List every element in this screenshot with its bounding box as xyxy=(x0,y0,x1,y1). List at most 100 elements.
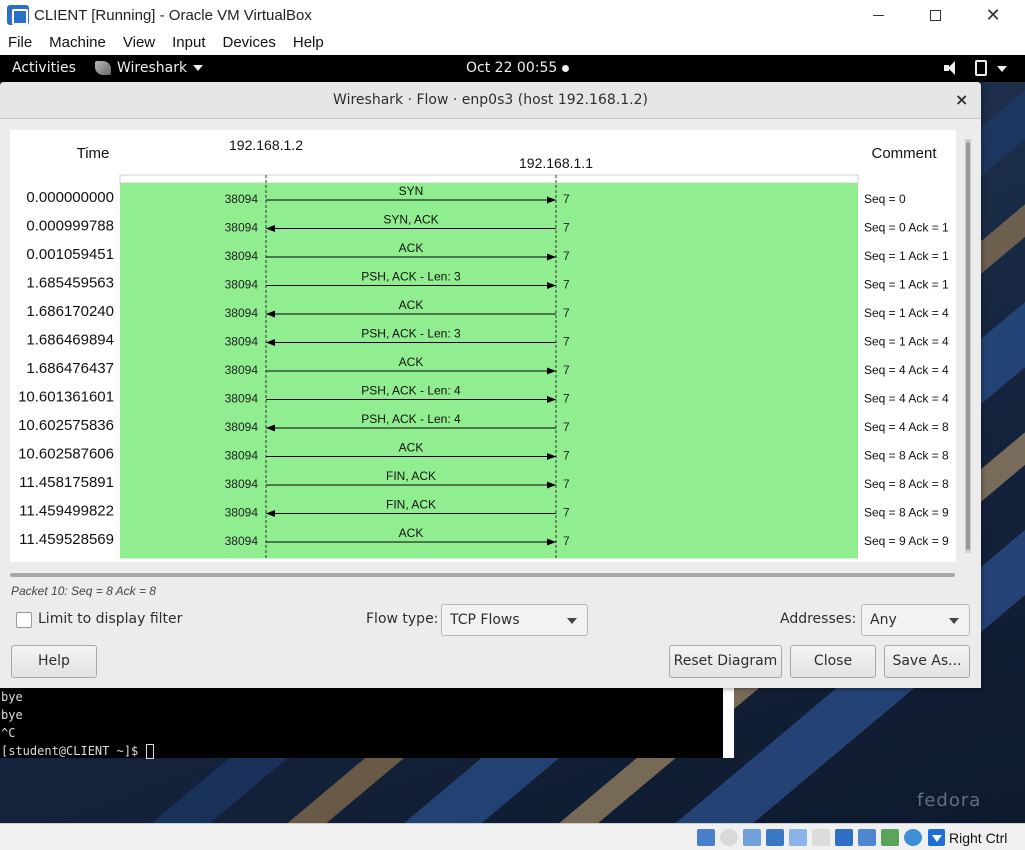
row-comment: Seq = 4 Ack = 4 xyxy=(864,392,949,406)
row-dst-port: 7 xyxy=(563,363,570,377)
row-label: SYN xyxy=(399,184,424,198)
guest-additions-icon[interactable] xyxy=(881,829,899,846)
terminal-scrollbar[interactable] xyxy=(723,688,734,758)
menu-input[interactable]: Input xyxy=(172,34,205,51)
usb-icon[interactable] xyxy=(789,829,807,846)
addresses-label: Addresses: xyxy=(780,611,857,627)
hard-disk-icon[interactable] xyxy=(697,829,715,846)
flow-type-select[interactable]: TCP Flows xyxy=(441,604,588,636)
shared-folders-icon[interactable] xyxy=(812,829,830,846)
notification-dot-icon xyxy=(562,64,570,72)
guest-screen: Activities Wireshark Oct 22 00:55 bye by… xyxy=(0,55,1025,823)
row-src-port: 38094 xyxy=(225,449,259,463)
horizontal-scrollbar[interactable] xyxy=(10,573,955,577)
close-window-button[interactable]: ✕ xyxy=(970,0,1016,30)
mouse-integration-icon[interactable] xyxy=(904,829,922,846)
close-icon: ✕ xyxy=(985,4,1001,26)
host-b-label: 192.168.1.1 xyxy=(519,155,593,171)
video-capture-icon[interactable] xyxy=(858,829,876,846)
minimize-button[interactable] xyxy=(855,0,901,30)
row-time: 0.000999788 xyxy=(26,218,114,235)
row-label: ACK xyxy=(399,441,424,455)
dialog-title: Wireshark · Flow · enp0s3 (host 192.168.… xyxy=(333,92,648,108)
clock-label: Oct 22 00:55 xyxy=(466,60,558,76)
row-src-port: 38094 xyxy=(225,420,259,434)
optical-drive-icon[interactable] xyxy=(720,829,738,846)
row-label: PSH, ACK - Len: 4 xyxy=(361,412,461,426)
display-icon[interactable] xyxy=(835,829,853,846)
chevron-down-icon xyxy=(567,618,577,624)
close-button[interactable]: Close xyxy=(790,645,876,678)
row-src-port: 38094 xyxy=(225,306,259,320)
flow-dialog: Wireshark · Flow · enp0s3 (host 192.168.… xyxy=(0,82,981,688)
dialog-close-button[interactable]: × xyxy=(955,90,968,109)
host-key-arrow-icon[interactable] xyxy=(928,829,945,846)
row-comment: Seq = 1 Ack = 1 xyxy=(864,249,949,263)
row-dst-port: 7 xyxy=(563,221,570,235)
row-dst-port: 7 xyxy=(563,249,570,263)
comment-header: Comment xyxy=(871,145,937,162)
limit-filter-checkbox[interactable] xyxy=(16,612,32,628)
vertical-scrollbar-thumb[interactable] xyxy=(966,142,970,550)
terminal-line: bye xyxy=(1,690,23,704)
wireshark-icon xyxy=(95,61,111,75)
menu-file[interactable]: File xyxy=(8,34,32,51)
row-label: FIN, ACK xyxy=(386,498,436,512)
chevron-down-icon xyxy=(949,618,959,624)
app-menu[interactable]: Wireshark xyxy=(95,60,204,76)
row-label: PSH, ACK - Len: 3 xyxy=(361,327,461,341)
flow-diagram-panel[interactable]: Time Comment 192.168.1.2 192.168.1.1 0.00000… xyxy=(10,130,956,562)
network-icon[interactable] xyxy=(766,829,784,846)
row-label: SYN, ACK xyxy=(383,213,438,227)
system-menu-chevron-icon[interactable] xyxy=(997,66,1007,72)
audio-icon[interactable] xyxy=(743,829,761,846)
row-time: 10.601361601 xyxy=(18,389,114,406)
row-label: ACK xyxy=(399,241,424,255)
row-time: 11.459499822 xyxy=(19,503,114,520)
row-src-port: 38094 xyxy=(225,506,259,520)
menu-devices[interactable]: Devices xyxy=(223,34,276,51)
chevron-down-icon xyxy=(193,65,204,71)
save-as-button[interactable]: Save As... xyxy=(884,645,970,678)
row-dst-port: 7 xyxy=(563,278,570,292)
app-menu-label: Wireshark xyxy=(117,60,188,76)
row-comment: Seq = 1 Ack = 4 xyxy=(864,335,949,349)
menu-view[interactable]: View xyxy=(123,34,155,51)
row-comment: Seq = 4 Ack = 4 xyxy=(864,363,949,377)
terminal-line: ^C xyxy=(1,726,16,740)
row-time: 1.686469894 xyxy=(26,332,114,349)
reset-diagram-button[interactable]: Reset Diagram xyxy=(669,645,782,678)
row-dst-port: 7 xyxy=(563,420,570,434)
menu-machine[interactable]: Machine xyxy=(49,34,106,51)
fedora-logo: fedora xyxy=(917,790,982,811)
row-label: FIN, ACK xyxy=(386,469,436,483)
row-time: 0.001059451 xyxy=(26,246,114,263)
help-button[interactable]: Help xyxy=(11,645,97,678)
clock[interactable]: Oct 22 00:55 xyxy=(466,60,570,76)
addresses-select[interactable]: Any xyxy=(861,604,970,636)
row-dst-port: 7 xyxy=(563,534,570,548)
activities-button[interactable]: Activities xyxy=(12,60,76,76)
maximize-button[interactable] xyxy=(912,0,958,30)
addresses-value: Any xyxy=(870,612,897,628)
row-src-port: 38094 xyxy=(225,192,259,206)
row-time: 1.686170240 xyxy=(26,303,114,320)
row-dst-port: 7 xyxy=(563,506,570,520)
row-src-port: 38094 xyxy=(225,363,259,377)
vbox-titlebar: CLIENT [Running] - Oracle VM VirtualBox … xyxy=(0,0,1025,30)
row-comment: Seq = 0 Ack = 1 xyxy=(864,221,949,235)
battery-icon[interactable] xyxy=(975,60,987,76)
row-label: ACK xyxy=(399,355,424,369)
volume-icon[interactable] xyxy=(944,61,960,75)
packet-info: Packet 10: Seq = 8 Ack = 8 xyxy=(11,584,156,598)
terminal-window[interactable]: bye bye ^C [student@CLIENT ~]$ xyxy=(0,688,734,759)
row-comment: Seq = 1 Ack = 4 xyxy=(864,306,949,320)
menu-help[interactable]: Help xyxy=(293,34,324,51)
window-title: CLIENT [Running] - Oracle VM VirtualBox xyxy=(34,6,312,24)
vbox-menubar: File Machine View Input Devices Help xyxy=(0,30,1025,55)
row-src-port: 38094 xyxy=(225,477,259,491)
flow-diagram[interactable]: Time Comment 192.168.1.2 192.168.1.1 0.00000… xyxy=(10,130,956,562)
row-comment: Seq = 8 Ack = 9 xyxy=(864,506,949,520)
terminal-prompt: [student@CLIENT ~]$ xyxy=(1,744,146,758)
limit-filter-label[interactable]: Limit to display filter xyxy=(38,611,182,627)
